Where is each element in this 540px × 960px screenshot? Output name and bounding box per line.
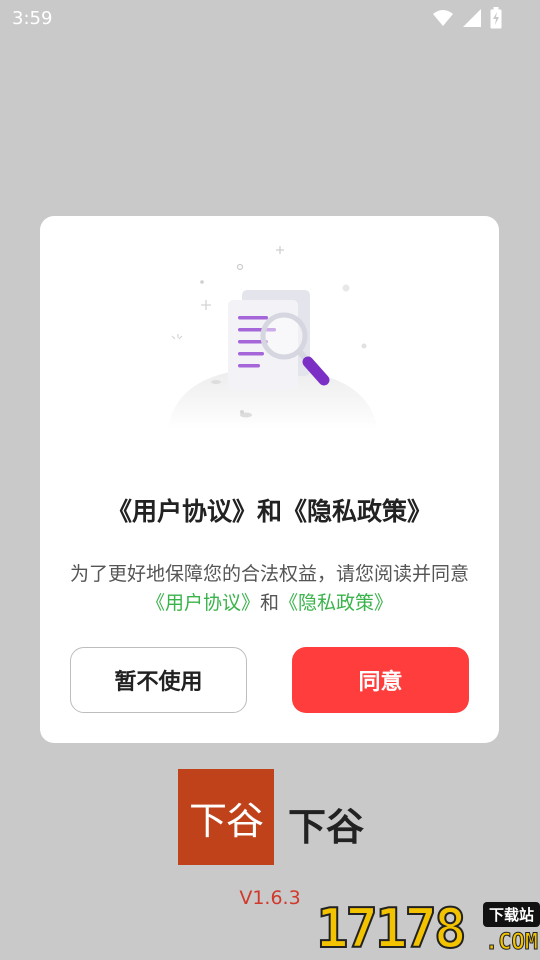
watermark-number: 17178 — [315, 897, 468, 960]
wifi-icon — [432, 9, 454, 27]
site-watermark: 17178 下载站 .COM — [315, 897, 540, 960]
status-bar: 3:59 — [0, 0, 540, 36]
conjunction-text: 和 — [259, 592, 279, 614]
watermark-tag: 下载站 — [482, 902, 540, 927]
agree-button[interactable]: 同意 — [292, 647, 469, 713]
agreement-dialog: 《用户协议》和《隐私政策》 为了更好地保障您的合法权益，请您阅读并同意《用户协议… — [40, 216, 499, 743]
status-icons — [432, 7, 502, 29]
dialog-body: 为了更好地保障您的合法权益，请您阅读并同意《用户协议》和《隐私政策》 — [60, 560, 479, 618]
dialog-body-text: 为了更好地保障您的合法权益，请您阅读并同意 — [69, 563, 469, 585]
battery-charging-icon — [490, 7, 502, 29]
watermark-domain: .COM — [485, 930, 539, 956]
app-logo: 下谷 — [178, 769, 274, 865]
app-name: 下谷 — [288, 805, 365, 849]
cell-signal-icon — [462, 8, 482, 28]
user-agreement-link[interactable]: 《用户协议》 — [146, 592, 260, 614]
privacy-policy-link[interactable]: 《隐私政策》 — [279, 592, 393, 614]
status-time: 3:59 — [12, 8, 53, 29]
decline-button[interactable]: 暂不使用 — [70, 647, 247, 713]
dialog-title: 《用户协议》和《隐私政策》 — [106, 497, 432, 526]
document-search-illustration — [168, 240, 378, 430]
